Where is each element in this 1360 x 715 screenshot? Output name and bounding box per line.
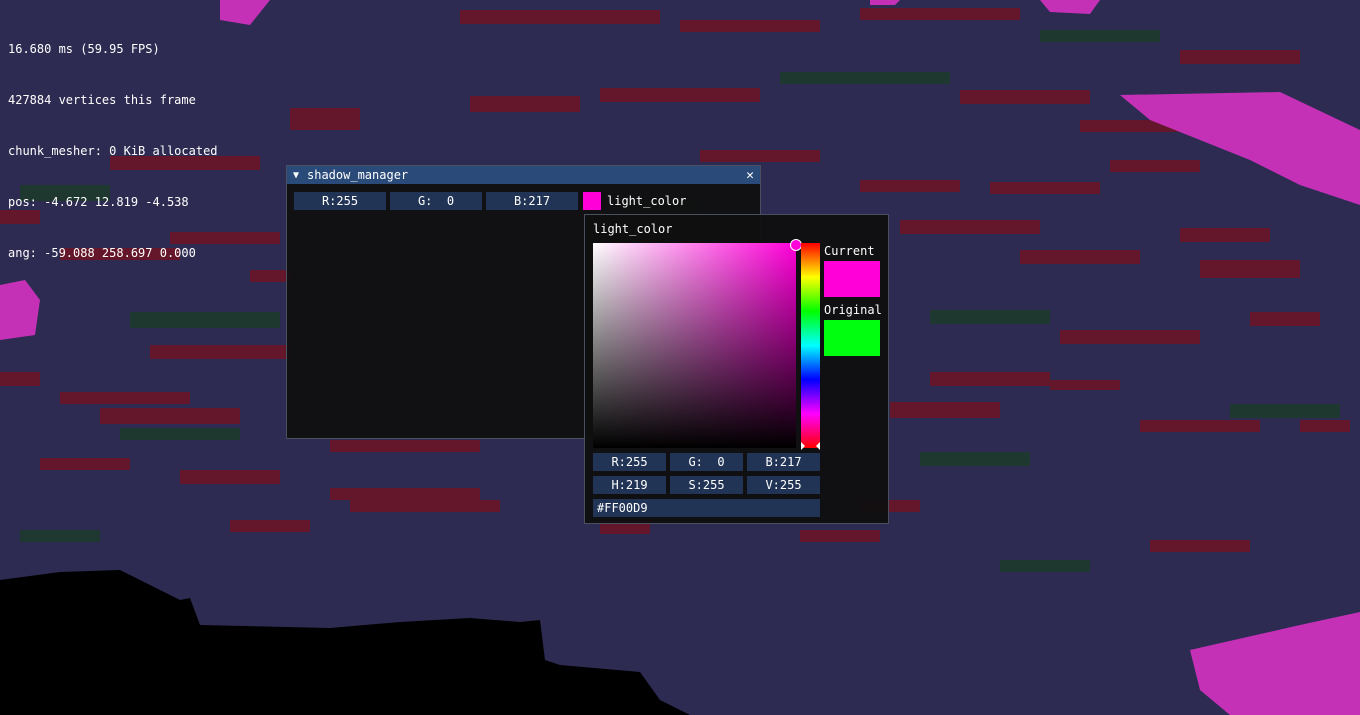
terrain-ledge xyxy=(960,90,1090,104)
original-color-swatch[interactable] xyxy=(824,320,880,356)
light-color-edit-row: R:255 G: 0 B:217 light_color xyxy=(294,192,686,210)
close-icon[interactable]: ✕ xyxy=(746,168,754,183)
original-color-label: Original xyxy=(824,303,882,317)
terrain-ledge xyxy=(1140,420,1260,432)
terrain-ledge xyxy=(1150,540,1250,552)
picker-title: light_color xyxy=(593,222,673,236)
terrain-ledge xyxy=(1250,312,1320,326)
terrain-ledge xyxy=(1180,50,1300,64)
terrain-ledge xyxy=(60,392,190,404)
color-picker-popup[interactable]: light_color Current Original R:255 G: 0 … xyxy=(584,214,889,524)
picker-red-drag-input[interactable]: R:255 xyxy=(593,453,666,471)
position-text: pos: -4.672 12.819 -4.538 xyxy=(8,195,189,209)
saturation-value-square[interactable] xyxy=(593,239,802,448)
window-title: shadow_manager xyxy=(307,168,409,182)
picker-green-drag-input[interactable]: G: 0 xyxy=(670,453,743,471)
magenta-block xyxy=(870,0,900,5)
terrain-ledge xyxy=(920,452,1030,466)
terrain-ledge xyxy=(780,72,950,84)
terrain-ledge xyxy=(1040,30,1160,42)
terrain-ledge xyxy=(680,20,820,32)
collapse-arrow-icon[interactable]: ▼ xyxy=(293,170,307,181)
picker-saturation-drag-input[interactable]: S:255 xyxy=(670,476,743,494)
hex-color-input[interactable]: #FF00D9 xyxy=(593,499,820,517)
terrain-ledge xyxy=(330,440,480,452)
terrain-ledge xyxy=(600,88,760,102)
terrain-ledge xyxy=(1000,560,1090,572)
terrain-ledge xyxy=(1230,404,1340,418)
terrain-ledge xyxy=(40,458,130,470)
red-drag-input[interactable]: R:255 xyxy=(294,192,386,210)
terrain-ledge xyxy=(800,530,880,542)
terrain-ledge xyxy=(470,96,580,112)
picker-blue-drag-input[interactable]: B:217 xyxy=(747,453,820,471)
vertex-count-text: 427884 vertices this frame xyxy=(8,93,196,107)
frame-time-text: 16.680 ms (59.95 FPS) xyxy=(8,42,160,56)
terrain-ledge xyxy=(1020,250,1140,264)
terrain-ledge xyxy=(930,372,1050,386)
terrain-ledge xyxy=(180,470,280,484)
current-color-swatch xyxy=(824,261,880,297)
terrain-ledge xyxy=(1060,330,1200,344)
terrain-ledge xyxy=(350,500,500,512)
terrain-ledge xyxy=(1300,420,1350,432)
terrain-ledge xyxy=(120,428,240,440)
hue-bar[interactable] xyxy=(801,243,820,450)
hue-marker-right-icon[interactable] xyxy=(816,442,820,450)
picker-value-drag-input[interactable]: V:255 xyxy=(747,476,820,494)
terrain-ledge xyxy=(130,312,280,328)
terrain-ledge xyxy=(330,488,480,500)
hsv-input-row: H:219 S:255 V:255 xyxy=(593,476,820,494)
light-color-label: light_color xyxy=(607,194,687,208)
terrain-ledge xyxy=(860,180,960,192)
window-titlebar[interactable]: ▼ shadow_manager ✕ xyxy=(287,166,760,184)
current-color-label: Current xyxy=(824,244,875,258)
terrain-ledge xyxy=(900,220,1040,234)
terrain-ledge xyxy=(1050,380,1120,390)
terrain-ledge xyxy=(990,182,1100,194)
terrain-ledge xyxy=(290,108,360,130)
terrain-ledge xyxy=(100,408,240,424)
terrain-ledge xyxy=(460,10,660,24)
debug-stats-overlay: 16.680 ms (59.95 FPS) 427884 vertices th… xyxy=(8,7,218,279)
picker-hue-drag-input[interactable]: H:219 xyxy=(593,476,666,494)
terrain-ledge xyxy=(1110,160,1200,172)
terrain-ledge xyxy=(860,8,1020,20)
terrain-ledge xyxy=(230,520,310,532)
angle-text: ang: -59.088 258.697 0.000 xyxy=(8,246,196,260)
light-color-swatch-button[interactable] xyxy=(583,192,601,210)
hue-marker-left-icon[interactable] xyxy=(801,442,805,450)
terrain-ledge xyxy=(700,150,820,162)
blue-drag-input[interactable]: B:217 xyxy=(486,192,578,210)
terrain-ledge xyxy=(1180,228,1270,242)
terrain-ledge xyxy=(890,402,1000,418)
terrain-ledge xyxy=(0,372,40,386)
green-drag-input[interactable]: G: 0 xyxy=(390,192,482,210)
mesher-alloc-text: chunk_mesher: 0 KiB allocated xyxy=(8,144,218,158)
rgb-input-row: R:255 G: 0 B:217 xyxy=(593,453,820,471)
terrain-ledge xyxy=(1200,260,1300,278)
terrain-ledge xyxy=(150,345,290,359)
terrain-ledge xyxy=(20,530,100,542)
terrain-ledge xyxy=(930,310,1050,324)
terrain-ledge xyxy=(250,270,290,282)
